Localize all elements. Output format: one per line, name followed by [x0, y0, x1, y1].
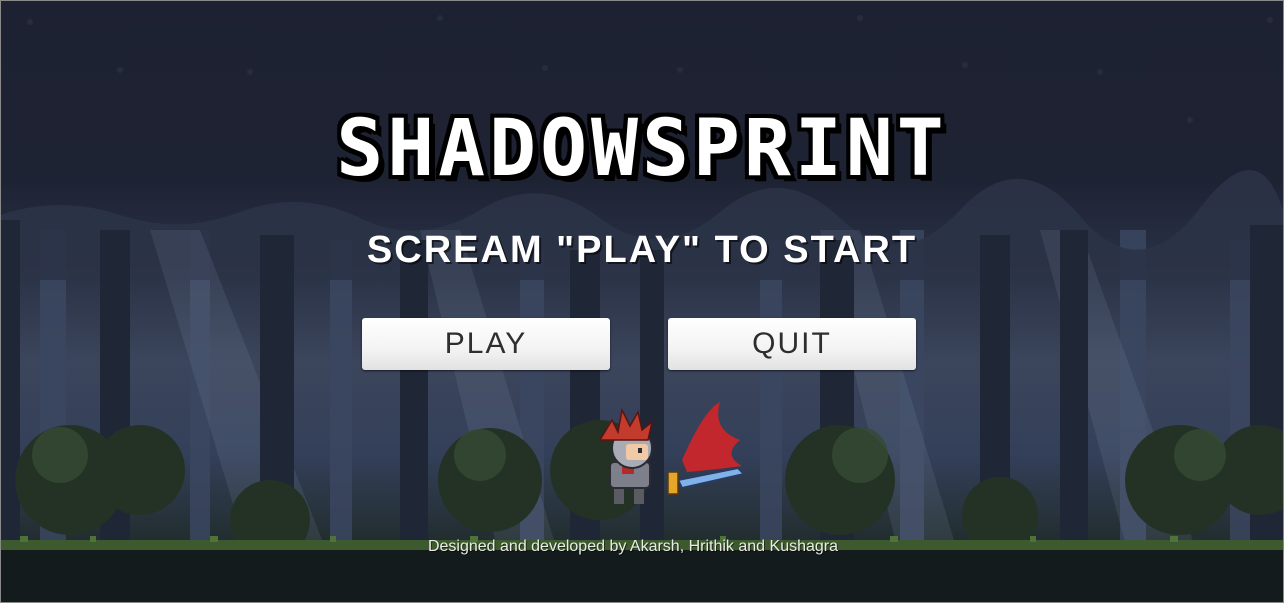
- credits-text: Designed and developed by Akarsh, Hrithi…: [427, 538, 839, 555]
- knight-with-sword-icon: [598, 402, 746, 504]
- play-button[interactable]: PLAY: [362, 318, 610, 370]
- forest-background: [0, 15, 1284, 603]
- game-screen: SHADOWSPRINT SCREAM "PLAY" TO START PLAY…: [0, 0, 1284, 603]
- game-title: SHADOWSPRINT: [336, 104, 948, 194]
- quit-button[interactable]: QUIT: [668, 318, 916, 370]
- start-instruction: SCREAM "PLAY" TO START: [366, 229, 918, 271]
